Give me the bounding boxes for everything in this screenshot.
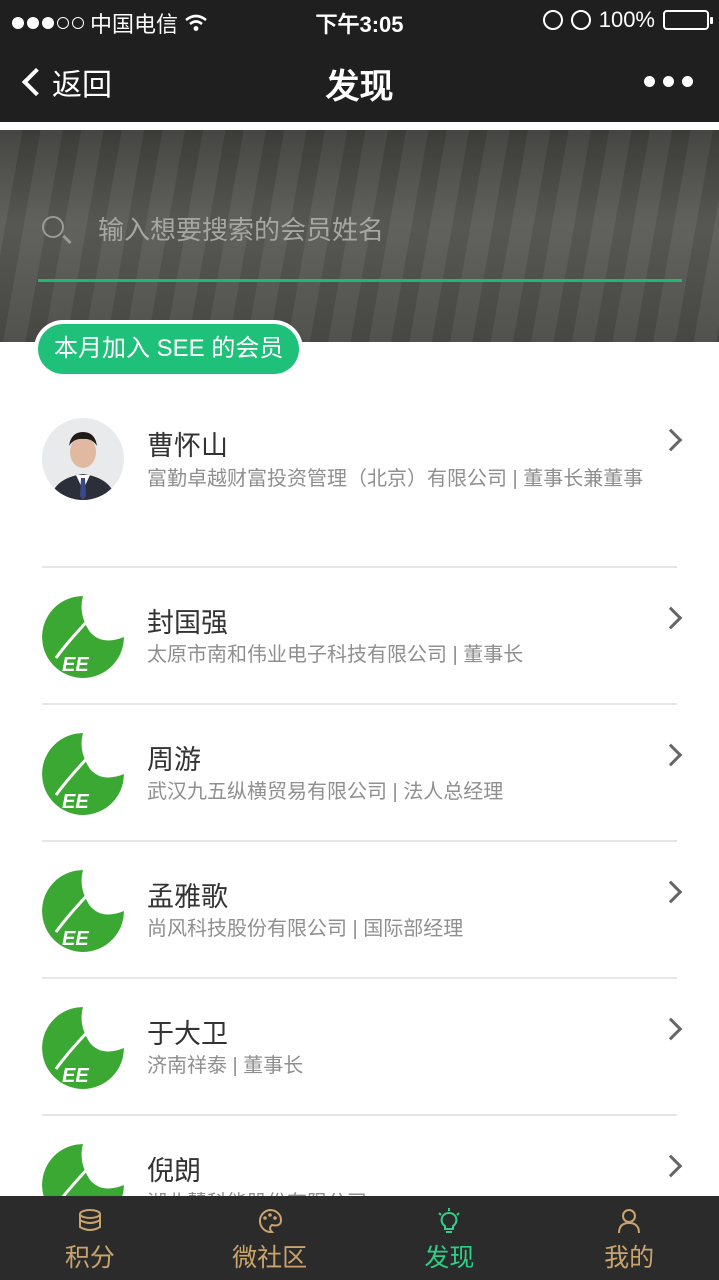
- bottom-tab-bar: 积分 微社区 发现 我的: [0, 1196, 719, 1280]
- battery-icon: [663, 10, 713, 30]
- status-right: 100%: [542, 7, 713, 33]
- list-item[interactable]: EE 周游 武汉九五纵横贸易有限公司 | 法人总经理: [0, 705, 719, 842]
- chevron-right-icon: [659, 1154, 683, 1178]
- list-item[interactable]: EE 孟雅歌 尚风科技股份有限公司 | 国际部经理: [0, 842, 719, 979]
- chevron-right-icon: [659, 1017, 683, 1041]
- more-options-button[interactable]: [644, 76, 693, 87]
- tab-label: 我的: [604, 1244, 655, 1272]
- palette-icon: [258, 1208, 282, 1234]
- member-name: 孟雅歌: [147, 882, 228, 912]
- tab-label: 发现: [424, 1244, 475, 1272]
- see-logo-icon: EE: [42, 1007, 124, 1089]
- page-title: 发现: [325, 68, 394, 106]
- tab-discover[interactable]: 发现: [360, 1196, 540, 1280]
- member-photo: [42, 418, 124, 500]
- member-company: 富勤卓越财富投资管理（北京）有限公司 | 董事长兼董事: [147, 468, 644, 490]
- svg-text:EE: EE: [62, 1065, 89, 1087]
- member-company: 尚风科技股份有限公司 | 国际部经理: [147, 918, 464, 940]
- section-label: 本月加入 SEE 的会员: [38, 324, 300, 374]
- battery-percent: 100%: [598, 7, 655, 32]
- member-name: 倪朗: [147, 1156, 201, 1186]
- member-name: 周游: [147, 745, 201, 775]
- discover-page: 中国电信 下午3:05 100% 返回 发现 输入想要搜索的会员姓名 本月加入 …: [0, 0, 719, 1280]
- top-bar: 中国电信 下午3:05 100% 返回 发现: [0, 0, 719, 122]
- search-box: [38, 202, 682, 282]
- tab-mine[interactable]: 我的: [539, 1196, 719, 1280]
- chevron-right-icon: [659, 743, 683, 767]
- member-company: 济南祥泰 | 董事长: [147, 1055, 304, 1077]
- see-logo-icon: EE: [42, 870, 124, 952]
- chevron-right-icon: [659, 880, 683, 904]
- avatar: [42, 418, 124, 500]
- list-item[interactable]: EE 封国强 太原市南和伟业电子科技有限公司 | 董事长: [0, 568, 719, 705]
- navigation-bar: 返回 发现: [0, 40, 719, 122]
- rotation-lock-icon: [542, 10, 563, 30]
- tab-label: 积分: [64, 1244, 115, 1272]
- tab-label: 微社区: [232, 1244, 308, 1272]
- svg-text:EE: EE: [62, 928, 89, 950]
- svg-text:EE: EE: [62, 791, 89, 813]
- see-logo-avatar: EE: [42, 733, 124, 815]
- status-bar: 中国电信 下午3:05 100%: [0, 0, 719, 40]
- alarm-icon: [570, 10, 591, 30]
- chevron-right-icon: [659, 428, 683, 452]
- member-name: 曹怀山: [147, 431, 228, 461]
- tab-points[interactable]: 积分: [0, 1196, 180, 1280]
- member-name: 封国强: [147, 608, 228, 638]
- search-banner: [0, 130, 719, 342]
- list-item[interactable]: EE 于大卫 济南祥泰 | 董事长: [0, 979, 719, 1116]
- see-logo-icon: EE: [42, 596, 124, 678]
- person-icon: [618, 1209, 641, 1234]
- coins-icon: [78, 1209, 101, 1231]
- tab-community[interactable]: 微社区: [180, 1196, 360, 1280]
- see-logo-avatar: EE: [42, 596, 124, 678]
- see-logo-avatar: EE: [42, 1007, 124, 1089]
- see-logo-icon: EE: [42, 733, 124, 815]
- member-search-input[interactable]: [98, 208, 668, 252]
- see-logo-avatar: EE: [42, 870, 124, 952]
- member-company: 太原市南和伟业电子科技有限公司 | 董事长: [147, 644, 524, 666]
- chevron-right-icon: [659, 606, 683, 630]
- svg-text:EE: EE: [62, 654, 89, 676]
- search-icon: [42, 216, 64, 238]
- lightbulb-icon: [438, 1208, 461, 1233]
- member-list: 曹怀山 富勤卓越财富投资管理（北京）有限公司 | 董事长兼董事 EE 封国强 太…: [0, 400, 719, 1253]
- member-company: 武汉九五纵横贸易有限公司 | 法人总经理: [147, 781, 504, 803]
- member-name: 于大卫: [147, 1019, 228, 1049]
- list-item[interactable]: 曹怀山 富勤卓越财富投资管理（北京）有限公司 | 董事长兼董事: [0, 400, 719, 568]
